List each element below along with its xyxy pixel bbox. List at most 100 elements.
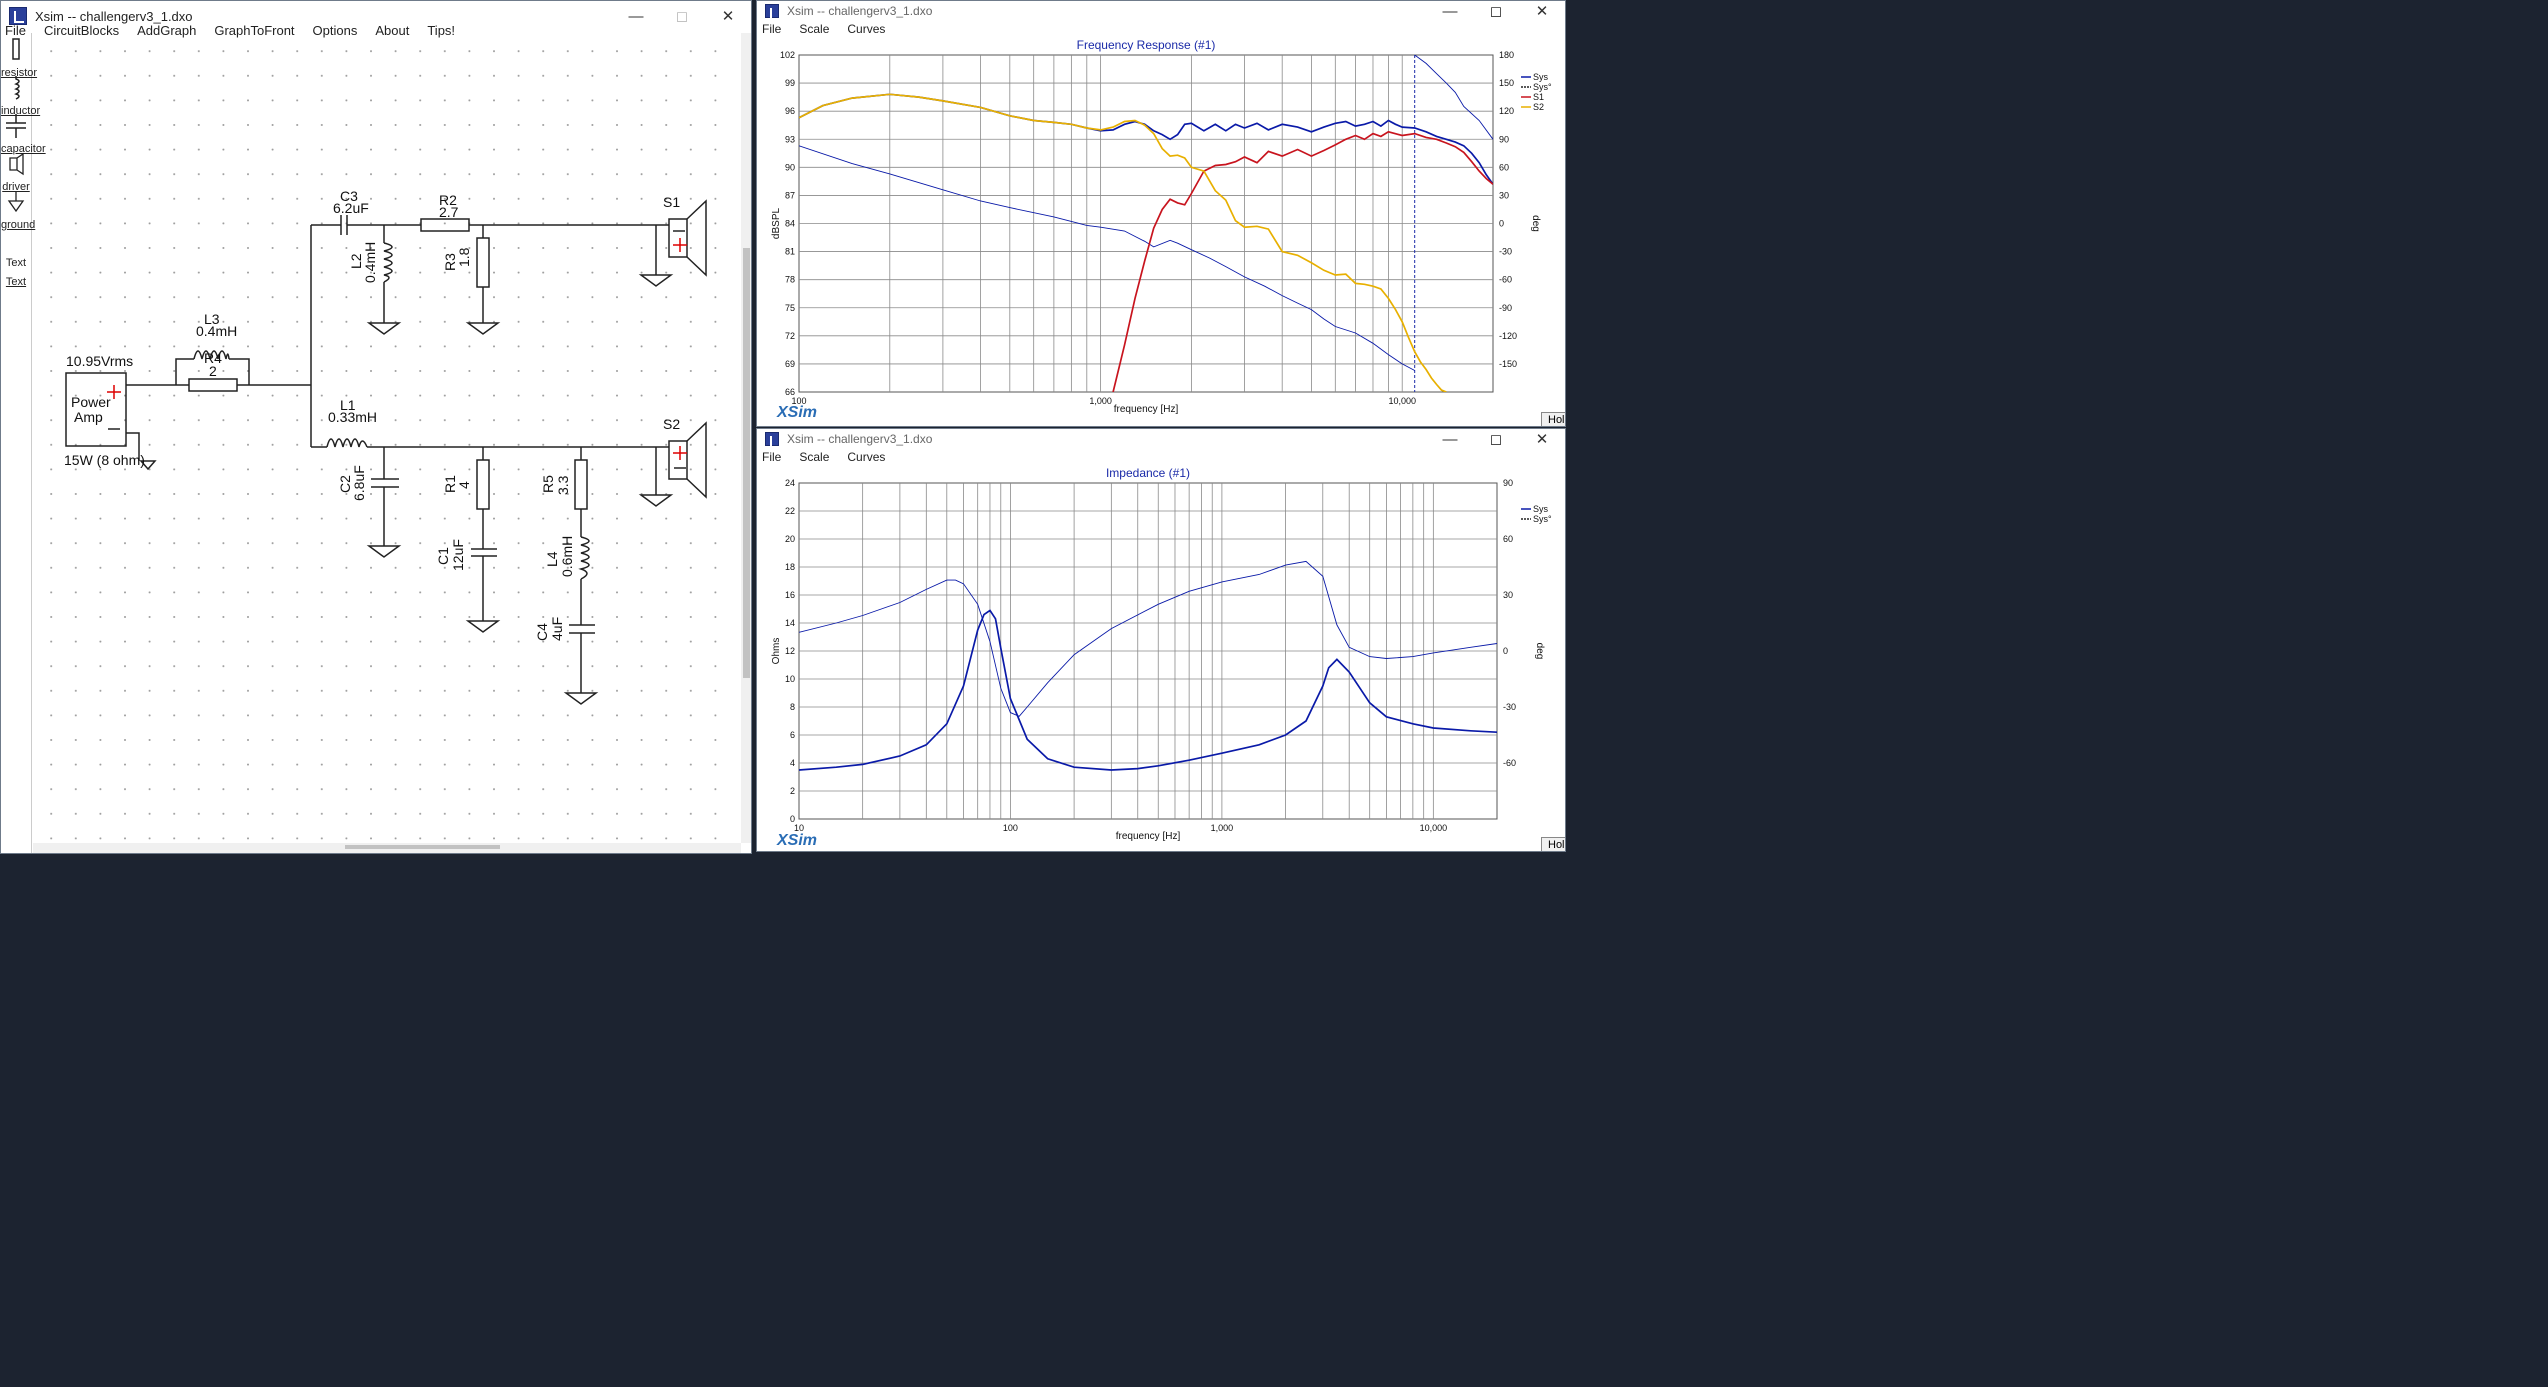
r3-value: 1.8 xyxy=(456,247,472,267)
amp-label-line1: Power xyxy=(71,394,111,410)
chart0-y-tick-label: 99 xyxy=(785,78,795,88)
chart1-x-tick-label: 100 xyxy=(1003,823,1018,833)
chart1-y-tick-label: 12 xyxy=(785,646,795,656)
chart1-x-tick-label: 1,000 xyxy=(1211,823,1234,833)
l1-value: 0.33mH xyxy=(328,409,377,425)
c4-name: C4 xyxy=(534,623,550,641)
chart0-y-tick-label: 78 xyxy=(785,275,795,285)
freq-menu-scale[interactable]: Scale xyxy=(790,22,838,36)
horizontal-scrollbar[interactable] xyxy=(33,843,741,853)
toolbar-ground-label: ground xyxy=(1,219,36,231)
chart0-x-tick-label: 10,000 xyxy=(1388,396,1416,406)
toolbar-driver[interactable]: driver xyxy=(1,151,31,193)
chart0-legend-label: S1 xyxy=(1533,92,1544,102)
freq-hold-button[interactable]: Hold xyxy=(1541,412,1565,426)
inductor-icon xyxy=(14,76,20,100)
c1-name: C1 xyxy=(435,547,451,565)
imp-menu-file[interactable]: File xyxy=(757,450,790,464)
circuit-window: Xsim -- challengerv3_1.dxo — ◻ ✕ File Ci… xyxy=(0,0,752,854)
xsim-app-icon xyxy=(765,4,780,20)
amp-voltage-label: 10.95Vrms xyxy=(66,353,133,369)
chart0-y-tick-label: 84 xyxy=(785,219,795,229)
xsim-logo: XSim xyxy=(777,832,818,849)
frequency-response-chart[interactable]: Frequency Response (#1)100 1,000 10,000102… xyxy=(757,37,1565,427)
chart1-legend-label: Sys xyxy=(1533,504,1549,514)
toolbar-text-underlined[interactable]: Text xyxy=(1,275,31,288)
chart1-title: Impedance (#1) xyxy=(1106,466,1190,480)
chart1-y-tick-label: 18 xyxy=(785,562,795,572)
chart1-y2-tick-label: 60 xyxy=(1503,534,1513,544)
chart0-x-tick-label: 1,000 xyxy=(1089,396,1112,406)
chart0-y2-tick-label: -30 xyxy=(1499,247,1512,257)
chart1-x-tick-label: 10,000 xyxy=(1420,823,1448,833)
chart0-y2-tick-label: 0 xyxy=(1499,219,1504,229)
chart0-y2-axis-label: deg xyxy=(1530,215,1541,232)
frequency-response-window: Xsim -- challengerv3_1.dxo — ◻ ✕ File Sc… xyxy=(756,0,1566,427)
ground-icon xyxy=(7,191,25,213)
r4-value: 2 xyxy=(209,363,217,379)
toolbar-capacitor[interactable]: capacitor xyxy=(1,113,46,155)
freq-menu-file[interactable]: File xyxy=(757,22,790,36)
vertical-scroll-thumb[interactable] xyxy=(743,248,750,678)
xsim-logo: XSim xyxy=(777,404,818,421)
chart0-y-tick-label: 96 xyxy=(785,106,795,116)
c2-value: 6.8uF xyxy=(351,465,367,501)
chart0-y-tick-label: 102 xyxy=(780,50,795,60)
r5-name: R5 xyxy=(540,475,556,493)
impedance-chart[interactable]: Impedance (#1)10 100 1,000 10,0002422201816… xyxy=(757,465,1565,851)
r2-value: 2.7 xyxy=(439,204,459,220)
chart1-y-axis-label: Ohms xyxy=(771,638,782,665)
chart0-y2-tick-label: 150 xyxy=(1499,78,1514,88)
imp-window-title: Xsim -- challengerv3_1.dxo xyxy=(787,432,933,446)
horizontal-scroll-thumb[interactable] xyxy=(345,845,500,849)
toolbar-inductor[interactable]: inductor xyxy=(1,75,40,117)
chart0-y2-tick-label: -90 xyxy=(1499,303,1512,313)
circuit-canvas[interactable]: 10.95Vrms Power Amp 15W (8 ohm) C3 6.2uF… xyxy=(33,33,739,843)
chart0-y2-tick-label: 90 xyxy=(1499,134,1509,144)
r5-value: 3.3 xyxy=(555,475,571,495)
toolbar-text-label: Text xyxy=(5,257,27,269)
chart0-y2-tick-label: 120 xyxy=(1499,106,1514,116)
chart0-y-tick-label: 75 xyxy=(785,303,795,313)
driver-icon xyxy=(9,152,24,176)
toolbar-text-underlined-label: Text xyxy=(5,276,27,288)
chart1-y2-axis-label: deg xyxy=(1534,643,1545,660)
chart0-legend-label: S2 xyxy=(1533,102,1544,112)
chart1-y-tick-label: 8 xyxy=(790,702,795,712)
toolbar-ground[interactable]: ground xyxy=(1,189,36,231)
chart1-y2-tick-label: 0 xyxy=(1503,646,1508,656)
vertical-scrollbar[interactable] xyxy=(741,33,751,843)
chart1-y-tick-label: 20 xyxy=(785,534,795,544)
amp-label-line2: Amp xyxy=(74,409,103,425)
chart1-y-tick-label: 6 xyxy=(790,730,795,740)
chart0-legend-label: Sys xyxy=(1533,72,1549,82)
l2-value: 0.4mH xyxy=(362,242,378,283)
freq-window-title: Xsim -- challengerv3_1.dxo xyxy=(787,4,933,18)
l4-name: L4 xyxy=(544,551,560,567)
imp-menu-scale[interactable]: Scale xyxy=(790,450,838,464)
chart0-title: Frequency Response (#1) xyxy=(1077,38,1216,52)
imp-menu-curves[interactable]: Curves xyxy=(838,450,894,464)
chart0-legend-label: Sys° xyxy=(1533,82,1552,92)
xsim-app-icon xyxy=(765,432,780,448)
freq-menu-curves[interactable]: Curves xyxy=(838,22,894,36)
c4-value: 4uF xyxy=(549,617,565,641)
chart1-y-tick-label: 16 xyxy=(785,590,795,600)
resistor-icon xyxy=(12,38,20,60)
chart1-y2-tick-label: 90 xyxy=(1503,478,1513,488)
chart0-y2-tick-label: 60 xyxy=(1499,162,1509,172)
toolbar-text-plain[interactable]: Text xyxy=(1,257,31,269)
chart0-y-tick-label: 69 xyxy=(785,359,795,369)
chart0-y-tick-label: 81 xyxy=(785,247,795,257)
chart0-y2-tick-label: -120 xyxy=(1499,331,1517,341)
chart0-y2-tick-label: 180 xyxy=(1499,50,1514,60)
chart1-y-tick-label: 14 xyxy=(785,618,795,628)
imp-hold-button[interactable]: Hold xyxy=(1541,837,1565,851)
chart1-legend-label: Sys° xyxy=(1533,514,1552,524)
chart0-y2-tick-label: -60 xyxy=(1499,275,1512,285)
chart1-y-tick-label: 2 xyxy=(790,786,795,796)
chart1-y-tick-label: 22 xyxy=(785,506,795,516)
chart0-y2-tick-label: 30 xyxy=(1499,190,1509,200)
toolbar-resistor[interactable]: resistor xyxy=(1,37,37,79)
chart1-y-tick-label: 10 xyxy=(785,674,795,684)
